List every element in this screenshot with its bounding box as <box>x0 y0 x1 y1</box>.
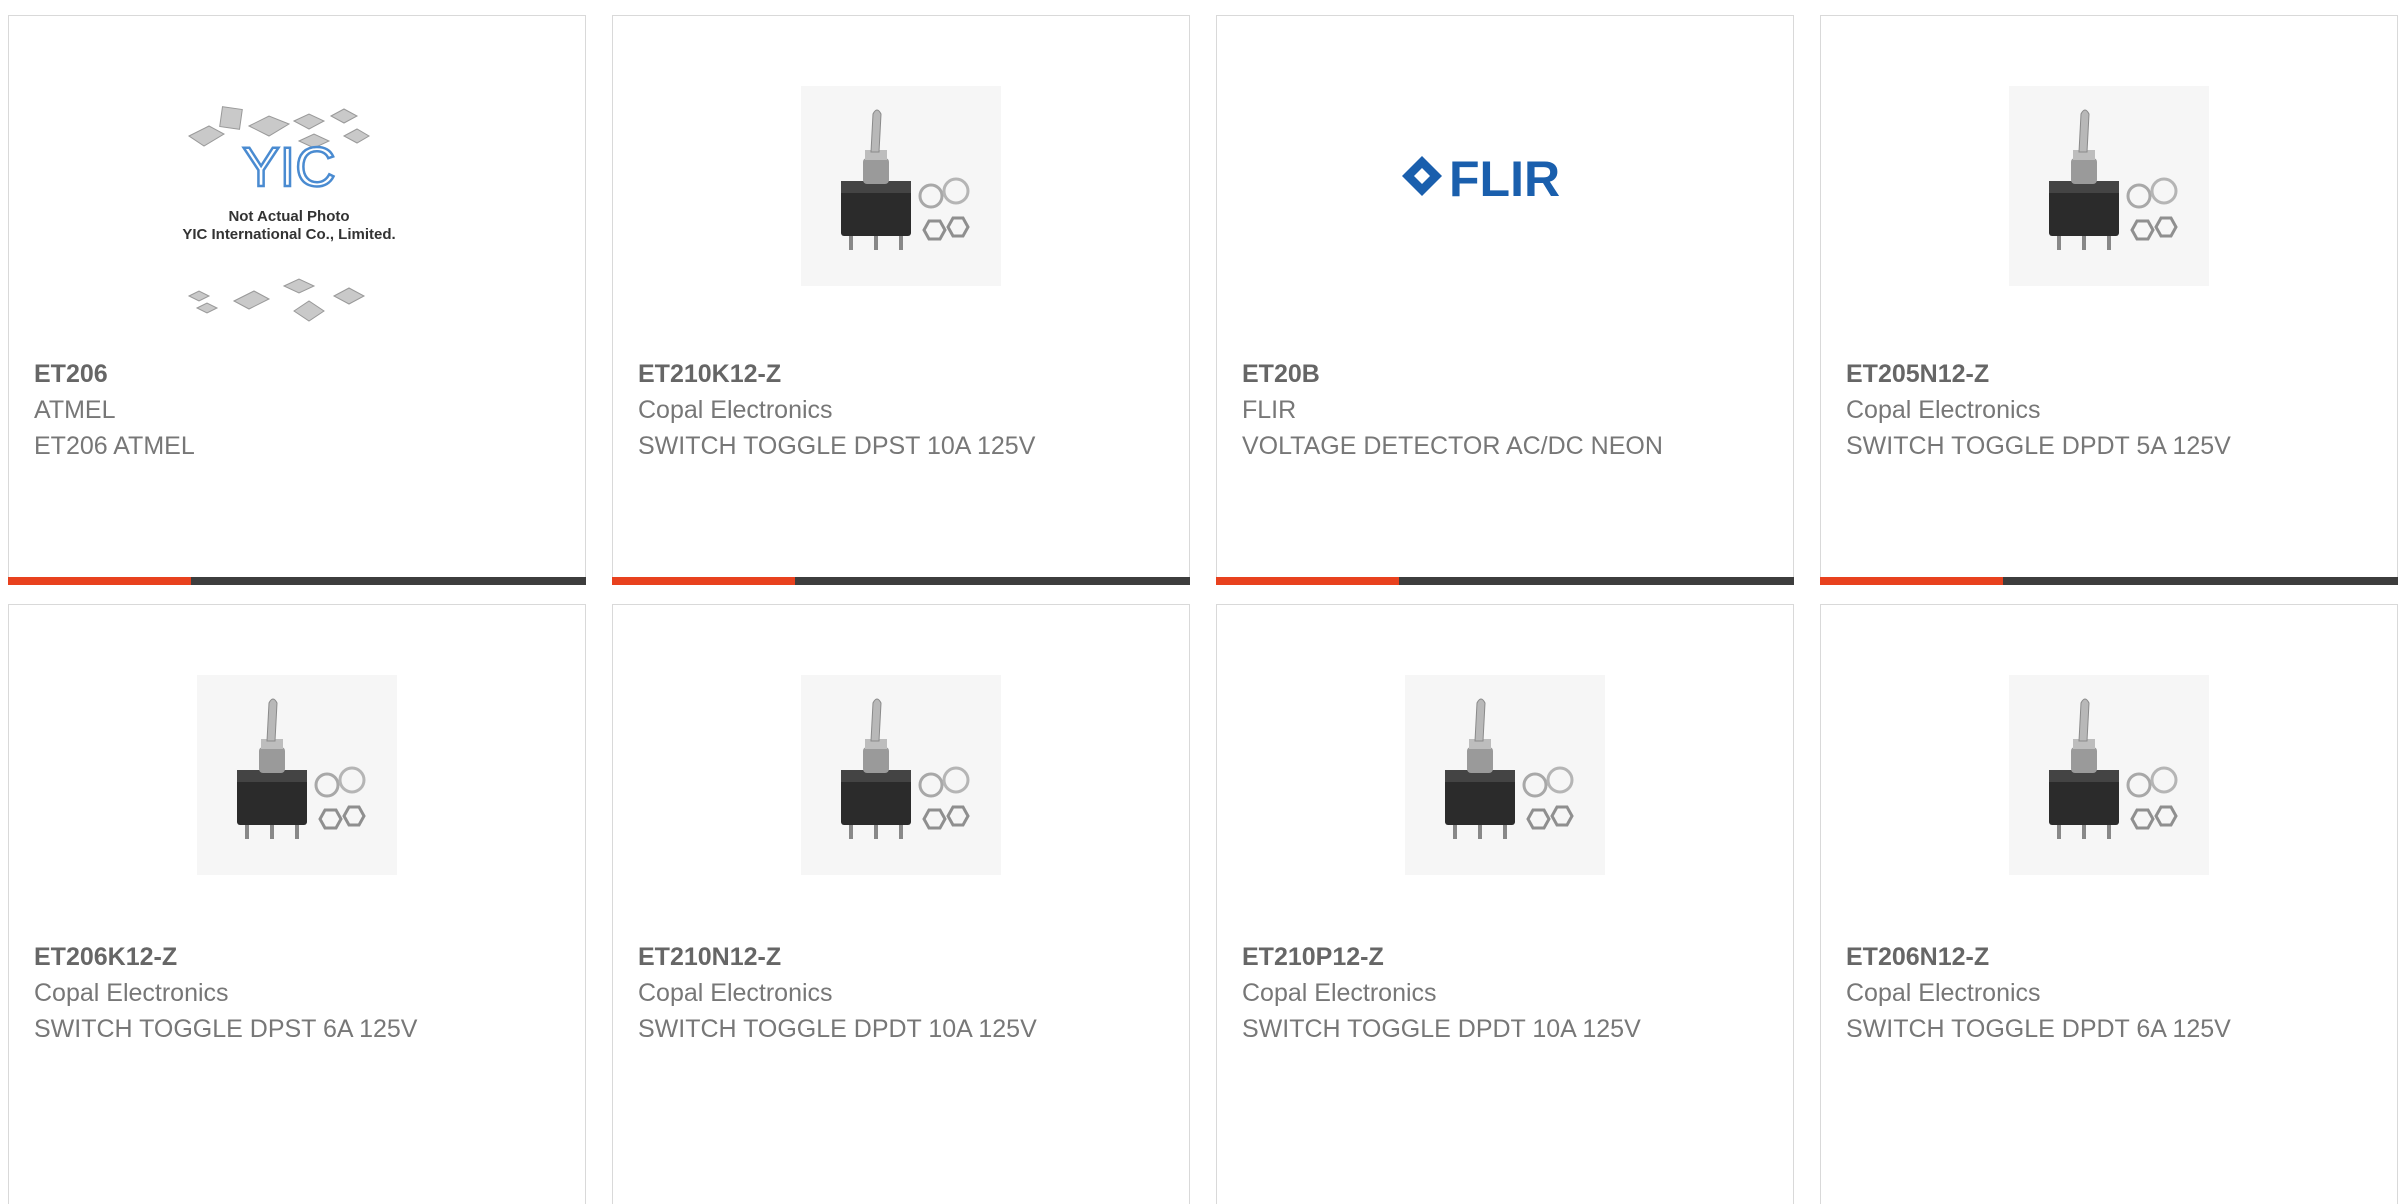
part-number[interactable]: ET210N12-Z <box>638 939 1158 975</box>
manufacturer: Copal Electronics <box>1846 396 2041 424</box>
card-progress-accent <box>8 577 191 585</box>
manufacturer: Copal Electronics <box>638 396 833 424</box>
part-number[interactable]: ET206N12-Z <box>1846 939 2366 975</box>
manufacturer: Copal Electronics <box>1846 979 2041 1007</box>
description: SWITCH TOGGLE DPDT 5A 125V <box>1846 432 2231 460</box>
toggle-switch-photo <box>2009 86 2209 286</box>
product-card[interactable]: FLIR ET20B FLIR VOLTAGE DETECTOR AC/DC N… <box>1216 15 1794 585</box>
toggle-switch-photo <box>801 86 1001 286</box>
toggle-switch-icon <box>1405 675 1605 875</box>
toggle-switch-icon <box>197 675 397 875</box>
description: SWITCH TOGGLE DPDT 10A 125V <box>1242 1015 1641 1043</box>
part-number[interactable]: ET20B <box>1242 356 1762 392</box>
product-info: ET205N12-Z Copal Electronics SWITCH TOGG… <box>1846 356 2366 464</box>
product-card[interactable]: YIC Not Actual Photo YIC International C… <box>8 15 586 585</box>
toggle-switch-icon <box>2009 86 2209 286</box>
card-progress-accent <box>612 577 795 585</box>
product-card[interactable]: ET206K12-Z Copal Electronics SWITCH TOGG… <box>8 604 586 1204</box>
product-info: ET206N12-Z Copal Electronics SWITCH TOGG… <box>1846 939 2366 1047</box>
card-progress-bar <box>1216 577 1794 585</box>
card-progress-bar <box>8 577 586 585</box>
part-number[interactable]: ET206 <box>34 356 554 392</box>
svg-text:Not Actual Photo: Not Actual Photo <box>228 208 349 225</box>
toggle-switch-photo <box>1405 675 1605 875</box>
product-grid: YIC Not Actual Photo YIC International C… <box>0 0 2400 1204</box>
part-number[interactable]: ET206K12-Z <box>34 939 554 975</box>
product-card[interactable]: ET210P12-Z Copal Electronics SWITCH TOGG… <box>1216 604 1794 1204</box>
toggle-switch-icon <box>2009 675 2209 875</box>
toggle-switch-icon <box>801 675 1001 875</box>
yic-placeholder-image: YIC Not Actual Photo YIC International C… <box>169 96 429 336</box>
description: ET206 ATMEL <box>34 432 195 460</box>
product-info: ET206K12-Z Copal Electronics SWITCH TOGG… <box>34 939 554 1047</box>
toggle-switch-photo <box>197 675 397 875</box>
product-info: ET210K12-Z Copal Electronics SWITCH TOGG… <box>638 356 1158 464</box>
svg-text:FLIR: FLIR <box>1449 151 1560 207</box>
manufacturer: Copal Electronics <box>34 979 229 1007</box>
manufacturer: Copal Electronics <box>1242 979 1437 1007</box>
product-card[interactable]: ET210K12-Z Copal Electronics SWITCH TOGG… <box>612 15 1190 585</box>
product-info: ET20B FLIR VOLTAGE DETECTOR AC/DC NEON <box>1242 356 1762 464</box>
product-info: ET206 ATMEL ET206 ATMEL <box>34 356 554 464</box>
description: SWITCH TOGGLE DPST 10A 125V <box>638 432 1036 460</box>
svg-text:YIC: YIC <box>242 135 335 198</box>
part-number[interactable]: ET210K12-Z <box>638 356 1158 392</box>
description: SWITCH TOGGLE DPST 6A 125V <box>34 1015 418 1043</box>
product-info: ET210P12-Z Copal Electronics SWITCH TOGG… <box>1242 939 1762 1047</box>
card-progress-accent <box>1216 577 1399 585</box>
card-progress-bar <box>1820 577 2398 585</box>
product-card[interactable]: ET205N12-Z Copal Electronics SWITCH TOGG… <box>1820 15 2398 585</box>
part-number[interactable]: ET205N12-Z <box>1846 356 2366 392</box>
toggle-switch-photo <box>2009 675 2209 875</box>
manufacturer: Copal Electronics <box>638 979 833 1007</box>
description: SWITCH TOGGLE DPDT 6A 125V <box>1846 1015 2231 1043</box>
card-progress-bar <box>612 577 1190 585</box>
description: VOLTAGE DETECTOR AC/DC NEON <box>1242 432 1663 460</box>
description: SWITCH TOGGLE DPDT 10A 125V <box>638 1015 1037 1043</box>
chip-placeholder-icon: YIC Not Actual Photo YIC International C… <box>182 106 396 322</box>
manufacturer: FLIR <box>1242 396 1297 424</box>
product-card[interactable]: ET210N12-Z Copal Electronics SWITCH TOGG… <box>612 604 1190 1204</box>
card-progress-accent <box>1820 577 2003 585</box>
flir-logo-icon: FLIR <box>1402 151 1560 207</box>
part-number[interactable]: ET210P12-Z <box>1242 939 1762 975</box>
product-info: ET210N12-Z Copal Electronics SWITCH TOGG… <box>638 939 1158 1047</box>
toggle-switch-icon <box>801 86 1001 286</box>
toggle-switch-photo <box>801 675 1001 875</box>
manufacturer: ATMEL <box>34 396 116 424</box>
product-card[interactable]: ET206N12-Z Copal Electronics SWITCH TOGG… <box>1820 604 2398 1204</box>
flir-logo: FLIR <box>1397 146 1617 226</box>
svg-text:YIC International Co., Limited: YIC International Co., Limited. <box>182 226 395 243</box>
